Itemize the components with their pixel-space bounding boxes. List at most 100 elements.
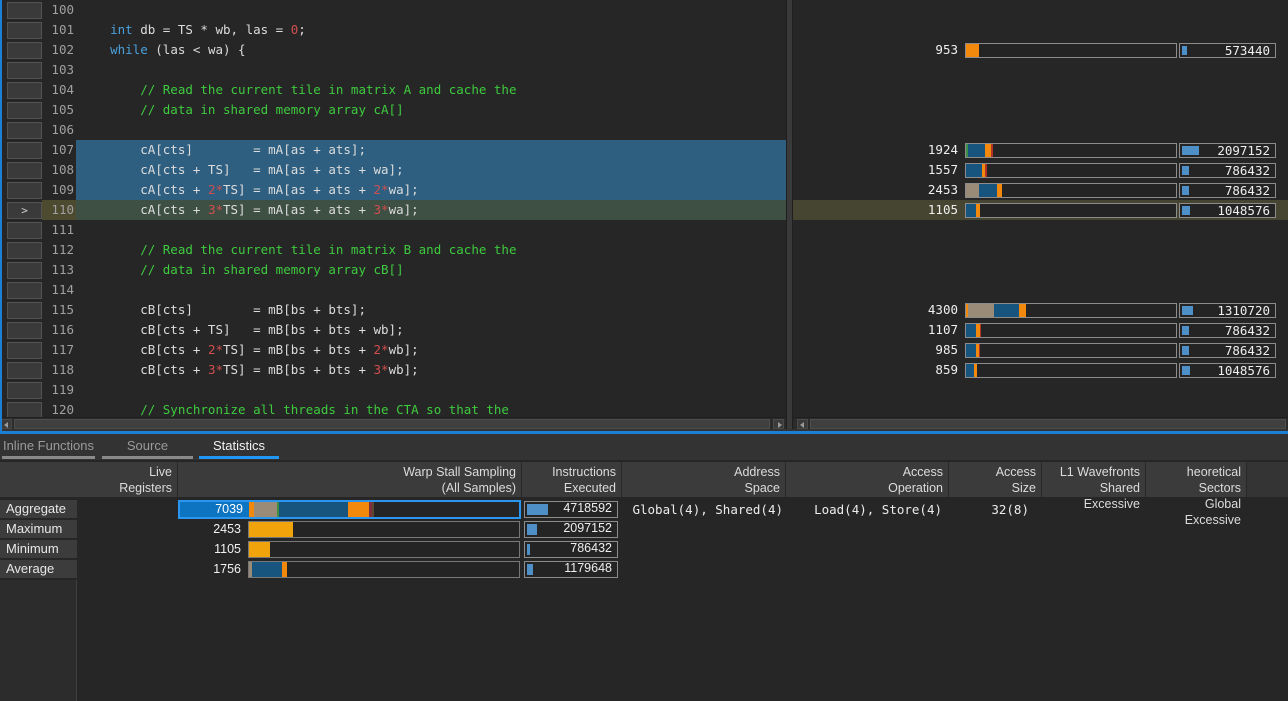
instructions-bar[interactable]: 1048576 (1179, 203, 1276, 218)
code-line[interactable]: 106 (0, 120, 786, 140)
code-line[interactable]: 118 cB[cts + 3*TS] = mB[bs + bts + 3*wb]… (0, 360, 786, 380)
gutter-box[interactable] (7, 42, 42, 59)
stat-row-label-aggregate[interactable]: Aggregate (0, 500, 77, 519)
stat-row-label-minimum[interactable]: Minimum (0, 540, 77, 559)
gutter-box[interactable] (7, 262, 42, 279)
column-header[interactable]: AccessSize (949, 462, 1042, 497)
code-line[interactable]: 104 // Read the current tile in matrix A… (0, 80, 786, 100)
code-line[interactable]: 107 cA[cts] = mA[as + ats]; (0, 140, 786, 160)
scroll-right-icon[interactable] (773, 419, 784, 429)
tab-source-markers[interactable]: Source Markers (102, 435, 193, 456)
gutter-box[interactable] (7, 362, 42, 379)
instructions-bar[interactable]: 786432 (524, 541, 618, 558)
instructions-bar[interactable]: 2097152 (1179, 143, 1276, 158)
column-header[interactable]: L1 WavefrontsShared Excessive (1042, 462, 1146, 497)
code-line[interactable]: 103 (0, 60, 786, 80)
statistics-header[interactable]: LiveRegistersWarp Stall Sampling(All Sam… (0, 462, 1288, 497)
samples-hscrollbar[interactable] (793, 417, 1288, 429)
gutter-box[interactable] (7, 102, 42, 119)
stat-row-label-maximum[interactable]: Maximum (0, 520, 77, 539)
gutter-box[interactable] (7, 62, 42, 79)
tab-inline-functions[interactable]: Inline Functions (2, 435, 95, 456)
warp-stall-cell-selected[interactable]: 7039 (178, 500, 521, 519)
code-line[interactable]: 117 cB[cts + 2*TS] = mB[bs + bts + 2*wb]… (0, 340, 786, 360)
code-line[interactable]: 105 // data in shared memory array cA[] (0, 100, 786, 120)
gutter-box[interactable] (7, 82, 42, 99)
instructions-bar[interactable]: 786432 (1179, 343, 1276, 358)
instructions-bar[interactable]: 4718592 (524, 501, 618, 518)
warp-stall-bar[interactable] (965, 323, 1177, 338)
gutter-box[interactable] (7, 22, 42, 39)
code-line[interactable]: 101 int db = TS * wb, las = 0; (0, 20, 786, 40)
sample-row[interactable]: 1107786432 (793, 320, 1288, 340)
gutter-box[interactable] (7, 242, 42, 259)
column-header[interactable]: Warp Stall Sampling(All Samples) (178, 462, 522, 497)
stat-row-label-average[interactable]: Average (0, 560, 77, 579)
gutter-box[interactable] (7, 122, 42, 139)
instructions-bar[interactable]: 786432 (1179, 183, 1276, 198)
scrollbar-thumb[interactable] (810, 419, 1286, 429)
code-line[interactable]: 102 while (las < wa) { (0, 40, 786, 60)
panel-divider[interactable] (786, 0, 793, 429)
code-line[interactable]: 109 cA[cts + 2*TS] = mA[as + ats + 2*wa]… (0, 180, 786, 200)
warp-stall-bar[interactable] (248, 521, 520, 538)
sample-row[interactable]: 2453786432 (793, 180, 1288, 200)
tab-statistics[interactable]: Statistics (199, 435, 279, 456)
code-line[interactable]: 113 // data in shared memory array cB[] (0, 260, 786, 280)
scrollbar-thumb[interactable] (14, 419, 770, 429)
code-line[interactable]: 111 (0, 220, 786, 240)
sample-row[interactable]: 1557786432 (793, 160, 1288, 180)
column-header[interactable]: heoretical SectorsGlobal Excessive (1146, 462, 1247, 497)
gutter-box[interactable] (7, 382, 42, 399)
instructions-bar[interactable]: 1179648 (524, 561, 618, 578)
code-line[interactable]: 119 (0, 380, 786, 400)
gutter-box[interactable] (7, 2, 42, 19)
gutter-box[interactable] (7, 162, 42, 179)
warp-stall-bar[interactable] (965, 203, 1177, 218)
column-header[interactable]: InstructionsExecuted (522, 462, 622, 497)
warp-stall-bar[interactable] (965, 363, 1177, 378)
sample-row[interactable]: 985786432 (793, 340, 1288, 360)
code-hscrollbar[interactable] (0, 417, 786, 429)
sample-row[interactable]: 8591048576 (793, 360, 1288, 380)
code-line[interactable]: 100 (0, 0, 786, 20)
warp-stall-bar[interactable] (965, 183, 1177, 198)
warp-stall-bar[interactable] (965, 43, 1177, 58)
instructions-bar[interactable]: 573440 (1179, 43, 1276, 58)
warp-stall-bar[interactable] (248, 541, 520, 558)
gutter-box[interactable] (7, 182, 42, 199)
gutter-box[interactable] (7, 342, 42, 359)
instructions-bar[interactable]: 2097152 (524, 521, 618, 538)
warp-stall-bar[interactable] (965, 343, 1177, 358)
warp-stall-bar[interactable] (965, 163, 1177, 178)
sample-row[interactable]: 953573440 (793, 40, 1288, 60)
scroll-left-icon[interactable] (1, 419, 12, 429)
code-line[interactable]: 112 // Read the current tile in matrix B… (0, 240, 786, 260)
current-line-marker-icon[interactable]: > (7, 202, 42, 219)
warp-stall-bar[interactable] (249, 502, 519, 517)
code-line[interactable]: 115 cB[cts] = mB[bs + bts]; (0, 300, 786, 320)
gutter-box[interactable] (7, 222, 42, 239)
warp-stall-bar[interactable] (965, 303, 1177, 318)
gutter-box[interactable] (7, 302, 42, 319)
code-line[interactable]: 114 (0, 280, 786, 300)
scroll-left-icon[interactable] (797, 419, 808, 429)
warp-stall-bar[interactable] (248, 561, 520, 578)
gutter-box[interactable] (7, 142, 42, 159)
sample-row[interactable]: 43001310720 (793, 300, 1288, 320)
code-panel[interactable]: 100101 int db = TS * wb, las = 0;102 whi… (0, 0, 786, 429)
column-header[interactable]: AccessOperation (786, 462, 949, 497)
instructions-bar[interactable]: 1048576 (1179, 363, 1276, 378)
code-line[interactable]: 108 cA[cts + TS] = mA[as + ats + wa]; (0, 160, 786, 180)
code-line[interactable]: >110 cA[cts + 3*TS] = mA[as + ats + 3*wa… (0, 200, 786, 220)
column-header[interactable]: AddressSpace (622, 462, 786, 497)
instructions-bar[interactable]: 786432 (1179, 163, 1276, 178)
warp-stall-bar[interactable] (965, 143, 1177, 158)
instructions-bar[interactable]: 1310720 (1179, 303, 1276, 318)
column-header[interactable]: LiveRegisters (78, 462, 178, 497)
gutter-box[interactable] (7, 282, 42, 299)
code-line[interactable]: 116 cB[cts + TS] = mB[bs + bts + wb]; (0, 320, 786, 340)
instructions-bar[interactable]: 786432 (1179, 323, 1276, 338)
sample-row[interactable]: 19242097152 (793, 140, 1288, 160)
sample-row[interactable]: 11051048576 (793, 200, 1288, 220)
